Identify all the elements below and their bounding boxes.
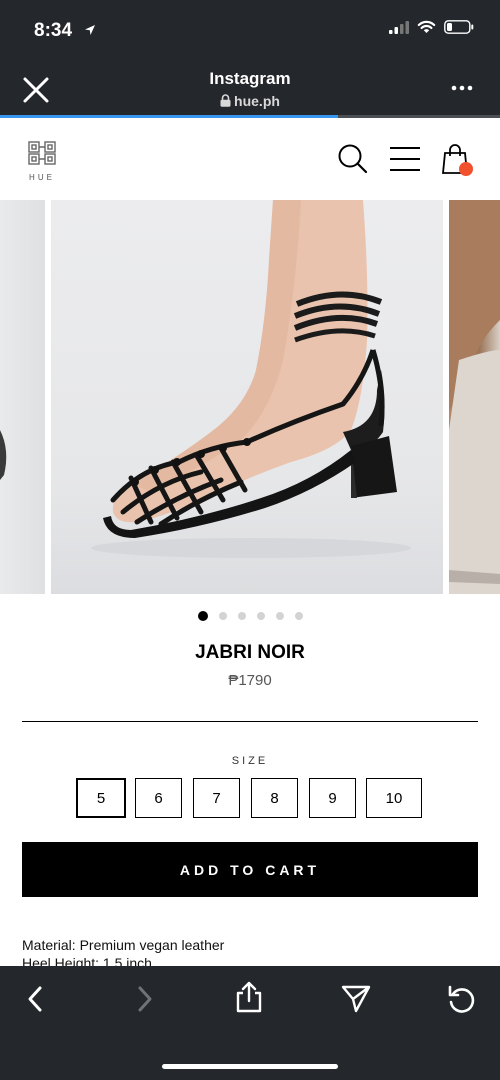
more-icon[interactable]: [450, 80, 474, 96]
cart-badge: [459, 162, 473, 176]
chevron-left-icon[interactable]: [24, 984, 48, 1014]
location-arrow-icon: [85, 25, 95, 35]
size-option-8[interactable]: 8: [251, 778, 298, 818]
next-slide-photo: [449, 200, 500, 594]
carousel-dot[interactable]: [275, 612, 284, 620]
product-price: ₱1790: [228, 672, 272, 689]
size-label: SIZE: [231, 755, 269, 767]
carousel-dot[interactable]: [237, 612, 246, 620]
product-name: JABRI NOIR: [195, 642, 305, 663]
carousel-dot[interactable]: [294, 612, 303, 620]
logo-mark-icon: [28, 141, 56, 165]
home-indicator: [162, 1064, 338, 1069]
browser-header: Instagram hue.ph: [0, 62, 500, 118]
browser-url: hue.ph: [0, 93, 500, 109]
carousel-pagination: [0, 611, 500, 621]
browser-toolbar: [0, 966, 500, 1080]
menu-icon[interactable]: [388, 142, 422, 176]
url-text: hue.ph: [234, 93, 280, 109]
carousel-dot[interactable]: [218, 612, 227, 620]
size-option-6[interactable]: 6: [135, 778, 182, 818]
hue-logo[interactable]: HUE: [26, 140, 58, 182]
chevron-right-icon[interactable]: [132, 984, 156, 1014]
size-option-10[interactable]: 10: [366, 778, 422, 818]
carousel-dot[interactable]: [256, 612, 265, 620]
site-header: HUE: [0, 118, 500, 200]
product-image-carousel[interactable]: [0, 200, 500, 594]
browser-title: Instagram: [209, 69, 291, 88]
status-time: 8:34: [34, 20, 73, 41]
heel-height-text: Heel Height: 1.5 inch: [22, 955, 152, 966]
send-icon[interactable]: [340, 984, 372, 1014]
size-option-5[interactable]: 5: [76, 778, 126, 818]
add-to-cart-button[interactable]: ADD TO CART: [22, 842, 478, 897]
share-icon[interactable]: [234, 980, 264, 1014]
material-text: Material: Premium vegan leather: [22, 937, 225, 953]
search-icon[interactable]: [336, 142, 370, 176]
reload-icon[interactable]: [446, 984, 478, 1014]
size-option-9[interactable]: 9: [309, 778, 356, 818]
status-indicators: [389, 20, 474, 34]
web-page: HUE JABRI NOIR ₱1790 SIZE 5 6 7 8 9 10 A…: [0, 118, 500, 966]
carousel-dot[interactable]: [197, 611, 208, 621]
cart-button[interactable]: [441, 142, 477, 178]
battery-icon: [444, 20, 474, 34]
status-bar: 8:34: [0, 0, 500, 62]
divider: [22, 721, 478, 722]
signal-icon: [389, 20, 409, 34]
lock-icon: [220, 94, 231, 107]
product-image[interactable]: [51, 200, 443, 594]
logo-text: HUE: [29, 173, 55, 182]
product-description: Material: Premium vegan leather Heel Hei…: [22, 936, 224, 966]
next-slide-image[interactable]: [449, 200, 500, 594]
size-option-7[interactable]: 7: [193, 778, 240, 818]
previous-slide-image[interactable]: [0, 200, 45, 594]
previous-slide-photo: [0, 430, 7, 480]
wifi-icon: [417, 20, 436, 33]
product-photo-sandal: [91, 200, 411, 558]
